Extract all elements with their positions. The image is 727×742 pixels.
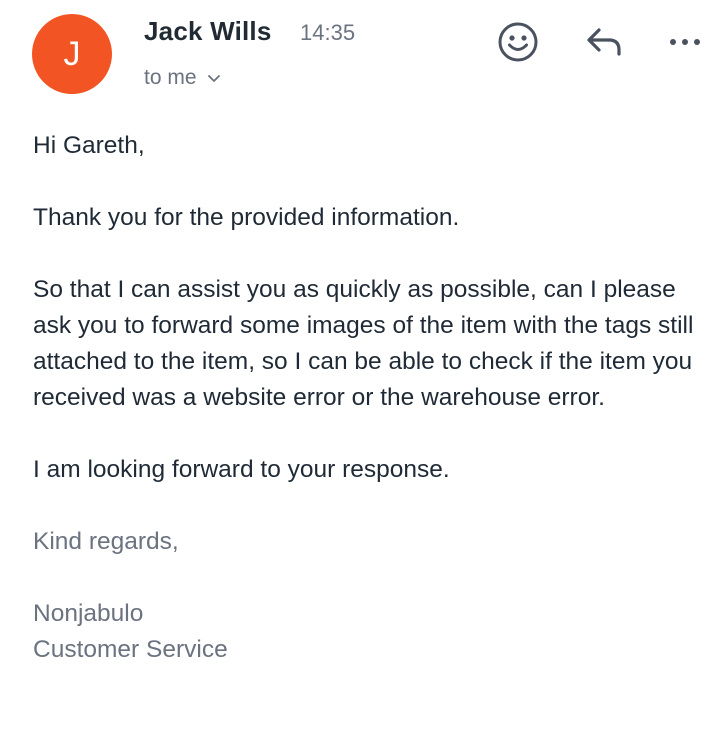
- message-closing: Kind regards,: [33, 528, 179, 555]
- more-options-button[interactable]: [660, 18, 710, 66]
- more-icon: [670, 39, 700, 45]
- avatar-letter: J: [63, 34, 81, 73]
- recipient-details-toggle[interactable]: to me: [144, 66, 223, 90]
- reply-icon: [587, 28, 621, 56]
- message-time: 14:35: [300, 20, 356, 45]
- signature-title: Customer Service: [33, 636, 228, 663]
- emoji-icon: [498, 22, 538, 62]
- message-body: Hi Gareth, Thank you for the provided in…: [33, 128, 713, 668]
- message-paragraph-3: I am looking forward to your response.: [33, 456, 450, 483]
- reply-button[interactable]: [580, 18, 630, 66]
- sender-name[interactable]: Jack Wills: [144, 16, 272, 47]
- chevron-down-icon: [205, 69, 223, 87]
- message-greeting: Hi Gareth,: [33, 132, 145, 159]
- emoji-reaction-button[interactable]: [494, 18, 542, 66]
- message-paragraph-1: Thank you for the provided information.: [33, 204, 460, 231]
- recipient-label: to me: [144, 66, 197, 89]
- sender-avatar[interactable]: J: [32, 14, 112, 94]
- message-paragraph-2: So that I can assist you as quickly as p…: [33, 276, 694, 411]
- signature-name: Nonjabulo: [33, 600, 144, 627]
